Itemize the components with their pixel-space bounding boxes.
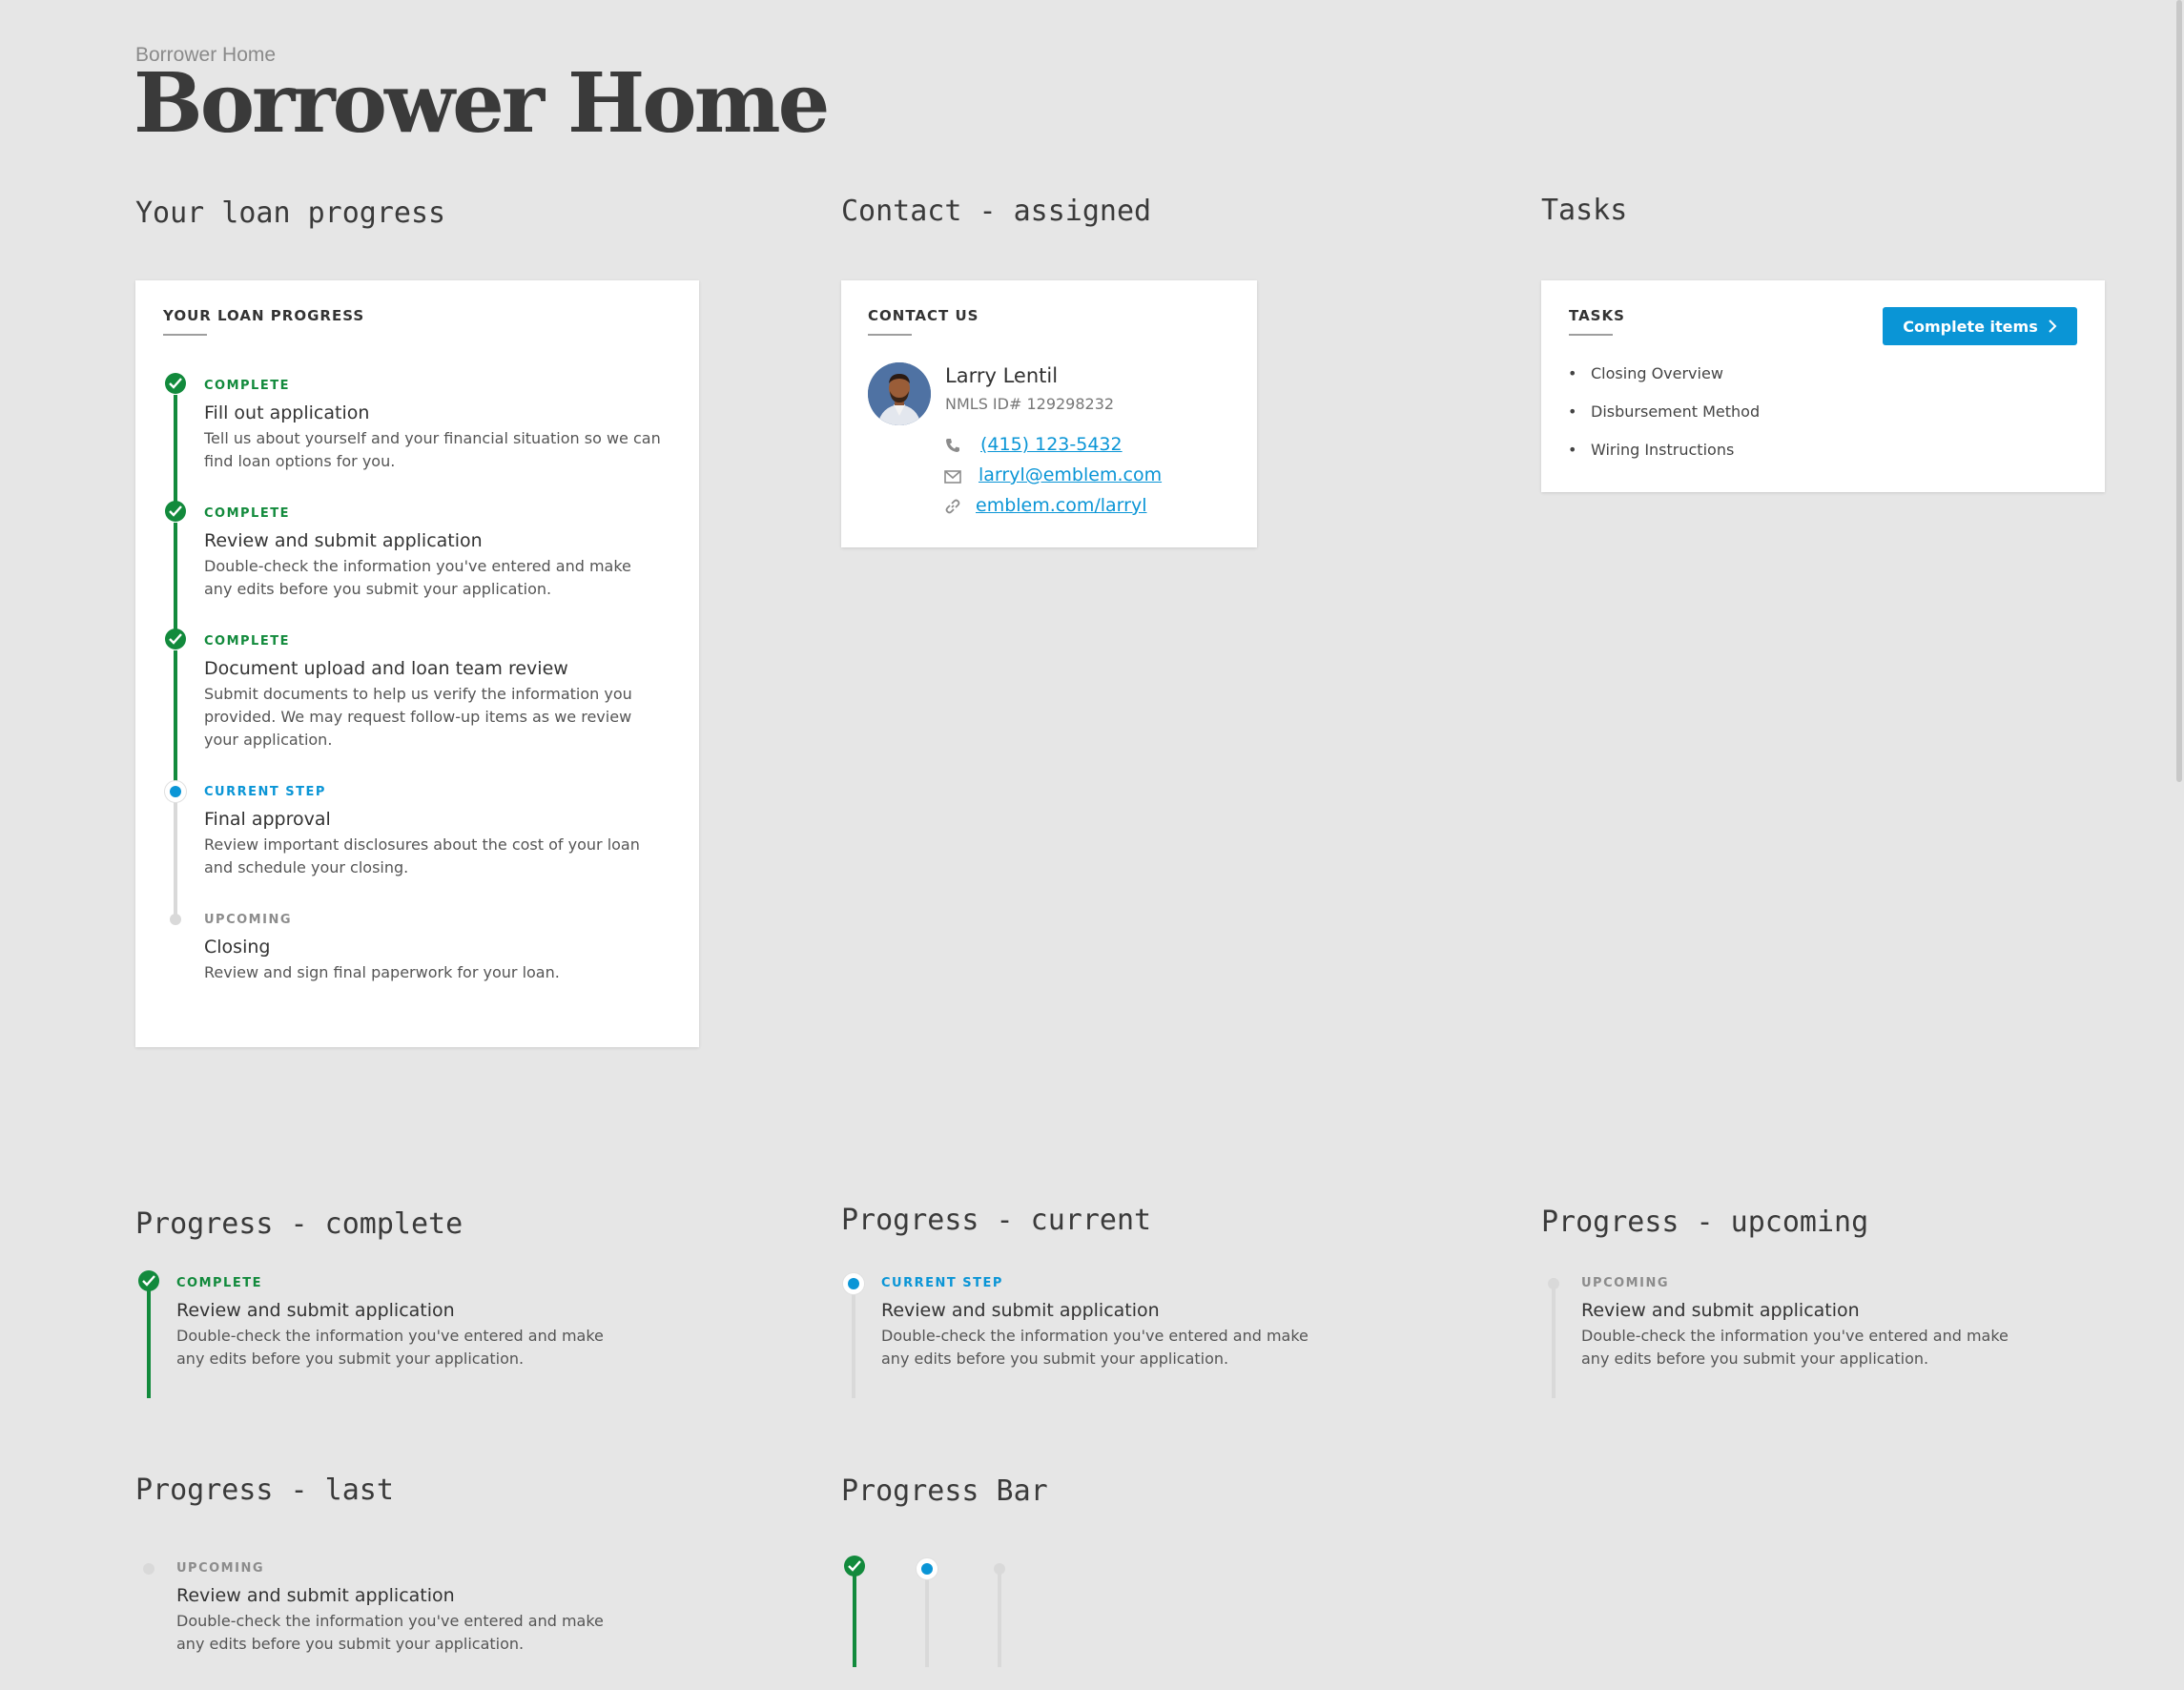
step-title: Closing	[204, 937, 271, 958]
step-title: Review and submit application	[204, 530, 483, 551]
current-step-icon	[917, 1558, 937, 1579]
section-title-progress-complete: Progress - complete	[135, 1207, 464, 1241]
progress-line	[174, 523, 177, 644]
step-status: COMPLETE	[204, 506, 290, 521]
step-description: Double-check the information you've ente…	[176, 1327, 604, 1368]
card-title: TASKS	[1569, 307, 1625, 324]
check-icon	[165, 629, 186, 649]
step-title: Review and submit application	[176, 1300, 455, 1321]
step-status: UPCOMING	[176, 1561, 264, 1576]
step-status: COMPLETE	[176, 1276, 262, 1290]
chevron-right-icon	[2049, 319, 2057, 333]
contact-website-link[interactable]: emblem.com/larryl	[976, 495, 1147, 516]
step-description: Review important disclosures about the c…	[204, 835, 640, 876]
step-description: Double-check the information you've ente…	[881, 1327, 1308, 1368]
step-description: Submit documents to help us verify the i…	[204, 685, 632, 749]
progress-step: COMPLETE Review and submit application D…	[204, 506, 681, 601]
step-description: Review and sign final paperwork for your…	[204, 963, 560, 981]
step-title: Final approval	[204, 809, 331, 830]
section-title-tasks: Tasks	[1541, 194, 1628, 227]
check-icon	[844, 1556, 865, 1577]
progress-step-example: UPCOMING Review and submit application D…	[176, 1561, 672, 1656]
contact-card: CONTACT US Larry Lentil NMLS ID# 1292982…	[841, 280, 1257, 547]
loan-progress-card: YOUR LOAN PROGRESS COMPLETE Fill out app…	[135, 280, 699, 1047]
progress-step-example: CURRENT STEP Review and submit applicati…	[881, 1276, 1377, 1371]
progress-step: UPCOMING Closing Review and sign final p…	[204, 913, 681, 984]
phone-icon	[944, 437, 961, 458]
progress-line	[174, 801, 177, 917]
avatar	[868, 362, 931, 425]
check-icon	[165, 373, 186, 394]
step-title: Document upload and loan team review	[204, 658, 568, 679]
upcoming-step-icon	[165, 909, 186, 930]
step-status: COMPLETE	[204, 379, 290, 393]
progress-line	[147, 1274, 151, 1398]
task-item[interactable]: Disbursement Method	[1568, 402, 1760, 421]
card-title: YOUR LOAN PROGRESS	[163, 307, 365, 324]
progress-line	[1552, 1278, 1556, 1398]
check-icon	[138, 1270, 159, 1291]
progress-line	[174, 650, 177, 786]
upcoming-step-icon	[989, 1558, 1010, 1579]
task-item[interactable]: Closing Overview	[1568, 364, 1723, 382]
progress-step: COMPLETE Document upload and loan team r…	[204, 634, 681, 752]
progress-step-example: COMPLETE Review and submit application D…	[176, 1276, 672, 1371]
step-status: CURRENT STEP	[881, 1276, 1003, 1290]
upcoming-step-icon	[1543, 1273, 1564, 1294]
section-title-loan-progress: Your loan progress	[135, 196, 446, 230]
link-icon	[944, 498, 961, 519]
section-title-progress-upcoming: Progress - upcoming	[1541, 1206, 1869, 1239]
step-status: CURRENT STEP	[204, 785, 326, 799]
step-description: Double-check the information you've ente…	[176, 1612, 604, 1653]
step-status: COMPLETE	[204, 634, 290, 649]
step-status: UPCOMING	[204, 913, 292, 927]
section-title-progress-current: Progress - current	[841, 1204, 1152, 1237]
contact-nmls-id: NMLS ID# 129298232	[945, 395, 1115, 413]
progress-step: COMPLETE Fill out application Tell us ab…	[204, 379, 681, 473]
scrollbar-thumb[interactable]	[2176, 0, 2182, 782]
card-title-underline	[868, 334, 912, 336]
current-step-icon	[843, 1273, 864, 1294]
step-description: Tell us about yourself and your financia…	[204, 429, 661, 470]
card-title: CONTACT US	[868, 307, 979, 324]
section-title-progress-last: Progress - last	[135, 1474, 394, 1507]
check-icon	[165, 501, 186, 522]
card-title-underline	[163, 334, 207, 336]
contact-email-link[interactable]: larryl@emblem.com	[979, 464, 1162, 485]
current-step-icon	[165, 781, 186, 802]
progress-line	[852, 1284, 855, 1398]
step-title: Fill out application	[204, 402, 370, 423]
step-status: UPCOMING	[1581, 1276, 1669, 1290]
step-title: Review and submit application	[176, 1585, 455, 1606]
progress-bar-current	[925, 1566, 929, 1667]
contact-name: Larry Lentil	[945, 364, 1059, 387]
section-title-contact: Contact - assigned	[841, 195, 1152, 228]
complete-items-button[interactable]: Complete items	[1883, 307, 2077, 345]
task-item[interactable]: Wiring Instructions	[1568, 441, 1734, 459]
section-title-progress-bar: Progress Bar	[841, 1474, 1048, 1508]
contact-phone-link[interactable]: (415) 123-5432	[980, 434, 1123, 455]
progress-step-example: UPCOMING Review and submit application D…	[1581, 1276, 2077, 1371]
progress-line	[174, 395, 177, 517]
button-label: Complete items	[1903, 317, 2038, 336]
step-description: Double-check the information you've ente…	[204, 557, 631, 598]
step-description: Double-check the information you've ente…	[1581, 1327, 2009, 1368]
mail-icon	[944, 469, 961, 487]
tasks-card: TASKS Complete items Closing Overview Di…	[1541, 280, 2105, 492]
page-title: Borrower Home	[134, 55, 830, 152]
upcoming-step-icon	[138, 1558, 159, 1579]
progress-bar-complete	[853, 1562, 856, 1667]
progress-step: CURRENT STEP Final approval Review impor…	[204, 785, 681, 879]
step-title: Review and submit application	[881, 1300, 1160, 1321]
card-title-underline	[1569, 334, 1613, 336]
progress-bar-upcoming	[998, 1566, 1001, 1667]
step-title: Review and submit application	[1581, 1300, 1860, 1321]
